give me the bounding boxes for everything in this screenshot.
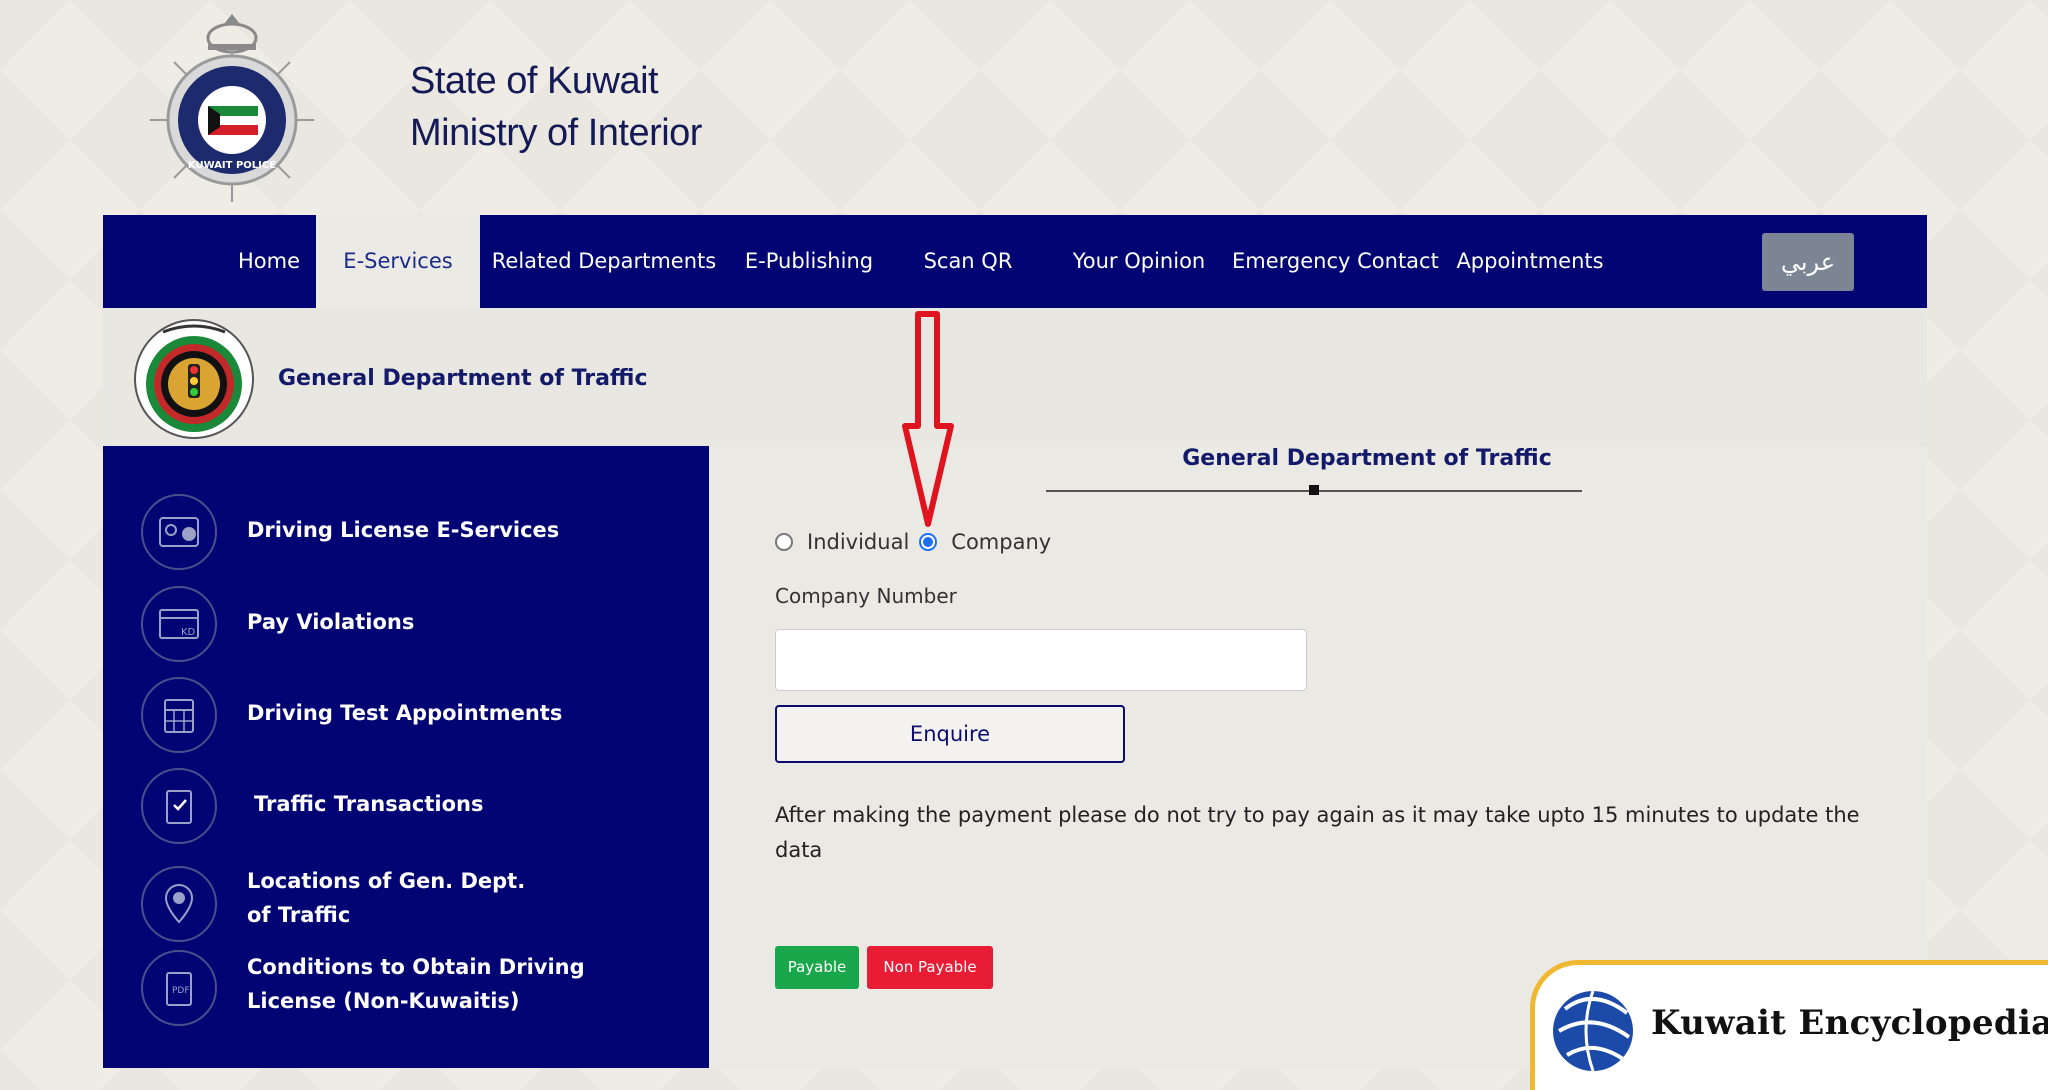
svg-text:KUWAIT POLICE: KUWAIT POLICE (188, 160, 276, 171)
section-title: General Department of Traffic (1182, 446, 1552, 471)
language-toggle-button[interactable]: عربي (1762, 233, 1854, 291)
company-number-input[interactable] (775, 629, 1307, 691)
watermark-text: Kuwait Encyclopedia (1651, 1003, 2048, 1043)
main-navbar: Home E-Services Related Departments E-Pu… (103, 215, 1927, 308)
annotation-arrow-icon (902, 311, 954, 527)
document-check-icon (141, 768, 217, 844)
company-number-label: Company Number (775, 584, 957, 608)
svg-text:KD: KD (181, 627, 196, 638)
radio-company[interactable] (919, 533, 938, 551)
enquire-button[interactable]: Enquire (775, 705, 1125, 763)
nav-e-services[interactable]: E-Services (316, 215, 480, 308)
services-sidebar: Driving License E-Services KD Pay Violat… (103, 446, 709, 1068)
department-header: General Department of Traffic (103, 308, 1927, 446)
nav-appointments[interactable]: Appointments (1455, 215, 1605, 308)
calendar-icon (141, 677, 217, 753)
title-line-ministry: Ministry of Interior (410, 112, 702, 154)
non-payable-badge[interactable]: Non Payable (867, 946, 993, 989)
nav-scan-qr[interactable]: Scan QR (918, 215, 1018, 308)
sidebar-item-label: Driving License E-Services (247, 518, 560, 542)
license-card-icon (141, 494, 217, 570)
radio-company-label[interactable]: Company (951, 530, 1051, 554)
kuwait-police-logo: KUWAIT POLICE (150, 14, 314, 202)
divider-dot (1309, 485, 1319, 495)
sidebar-item-label: Traffic Transactions (254, 792, 484, 816)
nav-related-departments[interactable]: Related Departments (491, 215, 717, 308)
traffic-department-logo (134, 319, 254, 439)
ministry-title: State of Kuwait Ministry of Interior (410, 55, 702, 159)
payment-note: After making the payment please do not t… (775, 803, 1860, 862)
svg-text:PDF: PDF (172, 986, 190, 996)
nav-emergency-contact[interactable]: Emergency Contact (1232, 215, 1439, 308)
sidebar-item-label: Conditions to Obtain Driving License (No… (247, 955, 585, 1013)
site-header: KUWAIT POLICE State of Kuwait Ministry o… (0, 0, 2048, 215)
radio-individual[interactable] (775, 533, 793, 551)
customer-type-radio-group: Individual Company (775, 530, 1051, 554)
location-pin-icon (141, 866, 217, 942)
nav-your-opinion[interactable]: Your Opinion (1064, 215, 1214, 308)
kuwait-encyclopedia-watermark: Kuwait Encyclopedia (1530, 960, 2048, 1090)
sidebar-item-label: Pay Violations (247, 610, 415, 634)
title-line-state: State of Kuwait (410, 60, 659, 102)
payable-badge[interactable]: Payable (775, 946, 859, 989)
sidebar-item-label: Locations of Gen. Dept. of Traffic (247, 869, 526, 927)
pdf-document-icon: PDF (141, 950, 217, 1026)
sidebar-item-label: Driving Test Appointments (247, 701, 563, 725)
kd-card-icon: KD (141, 586, 217, 662)
globe-logo-icon (1553, 990, 1633, 1072)
nav-e-publishing[interactable]: E-Publishing (735, 215, 883, 308)
radio-individual-label[interactable]: Individual (807, 530, 909, 554)
department-title: General Department of Traffic (278, 366, 648, 391)
